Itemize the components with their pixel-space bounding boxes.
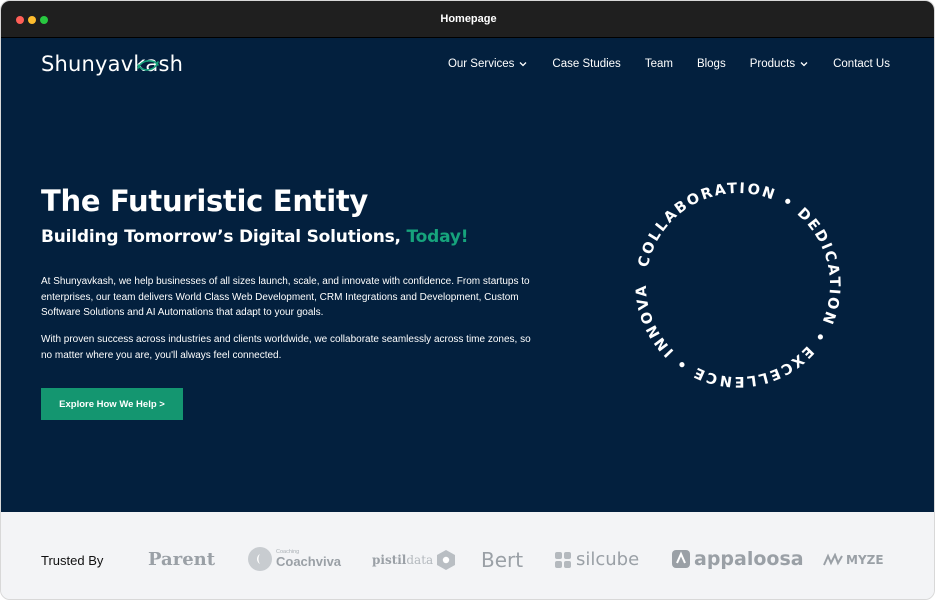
hero-paragraph-2: With proven success across industries an…: [41, 334, 531, 361]
browser-window: Homepage Shunyavkash Our Services Case S…: [0, 0, 935, 600]
nav-our-services[interactable]: Our Services: [448, 58, 528, 70]
chevron-down-icon: [519, 62, 527, 67]
client-logo-pistildata: pistil data: [372, 549, 456, 571]
brand-logo[interactable]: Shunyavkash: [41, 52, 183, 76]
nav-team[interactable]: Team: [645, 58, 673, 70]
appaloosa-badge-icon: [672, 550, 690, 568]
client-name: appaloosa: [694, 548, 804, 570]
trusted-by-label: Trusted By: [41, 553, 104, 568]
client-name: pistil: [372, 553, 407, 567]
coachviva-wordmark: Coaching Coachviva: [276, 549, 342, 570]
nav-label: Our Services: [447, 58, 515, 70]
coachviva-emblem-icon: [248, 547, 272, 571]
client-logo-silcube: silcube: [554, 549, 639, 570]
hero-paragraph-1: At Shunyavkash, we help businesses of al…: [41, 276, 530, 318]
hero-title: The Futuristic Entity: [41, 184, 369, 218]
client-name: Bert: [481, 548, 524, 572]
client-logo-appaloosa: appaloosa: [671, 548, 804, 570]
hero-section: Shunyavkash Our Services Case Studies Te…: [1, 38, 934, 512]
client-logo-parent: Parent: [148, 549, 215, 570]
client-logo-myze: MYZE: [823, 553, 884, 567]
client-name: MYZE: [846, 553, 884, 567]
silcube-grid-icon: [555, 551, 571, 568]
nav-label: Blogs: [696, 58, 726, 70]
values-ring-badge: COLLABORATION • DEDICATION • EXCELLENCE …: [628, 175, 842, 389]
nav-label: Team: [644, 58, 673, 70]
myze-waves-icon: [823, 553, 843, 566]
ring-text-path: COLLABORATION • DEDICATION • EXCELLENCE …: [628, 175, 840, 389]
nav-products[interactable]: Products: [750, 58, 809, 70]
title-bar: Homepage: [1, 1, 934, 38]
logo-swirl-icon: [137, 60, 159, 71]
hexagon-icon: [437, 550, 456, 570]
nav-label: Contact Us: [833, 58, 890, 70]
hero-subtitle-accent: Today!: [406, 227, 469, 247]
main-nav: Our Services Case Studies Team Blogs Pro…: [448, 58, 890, 70]
window-title: Homepage: [440, 13, 497, 25]
nav-blogs[interactable]: Blogs: [697, 58, 726, 70]
ring-text: COLLABORATION • DEDICATION • EXCELLENCE …: [628, 175, 842, 389]
nav-contact-us[interactable]: Contact Us: [833, 58, 890, 70]
trusted-by-strip: Trusted By Parent Coaching Coachviva pis…: [1, 512, 934, 599]
hero-subtitle-main: Building Tomorrow’s Digital Solutions,: [41, 227, 401, 247]
nav-label: Case Studies: [552, 58, 621, 70]
client-name-suffix: data: [406, 553, 434, 567]
client-name: Parent: [148, 549, 216, 570]
explore-how-we-help-button[interactable]: Explore How We Help >: [41, 388, 183, 420]
client-logo-coachviva: Coaching Coachviva: [248, 547, 341, 571]
nav-label: Products: [749, 58, 796, 70]
chevron-down-icon: [800, 62, 808, 67]
hero-subtitle: Building Tomorrow’s Digital Solutions, T…: [41, 227, 469, 247]
client-name: silcube: [576, 549, 640, 570]
nav-case-studies[interactable]: Case Studies: [552, 58, 620, 70]
client-name: Coachviva: [276, 554, 342, 570]
client-logo-bert: Bert: [481, 548, 523, 572]
